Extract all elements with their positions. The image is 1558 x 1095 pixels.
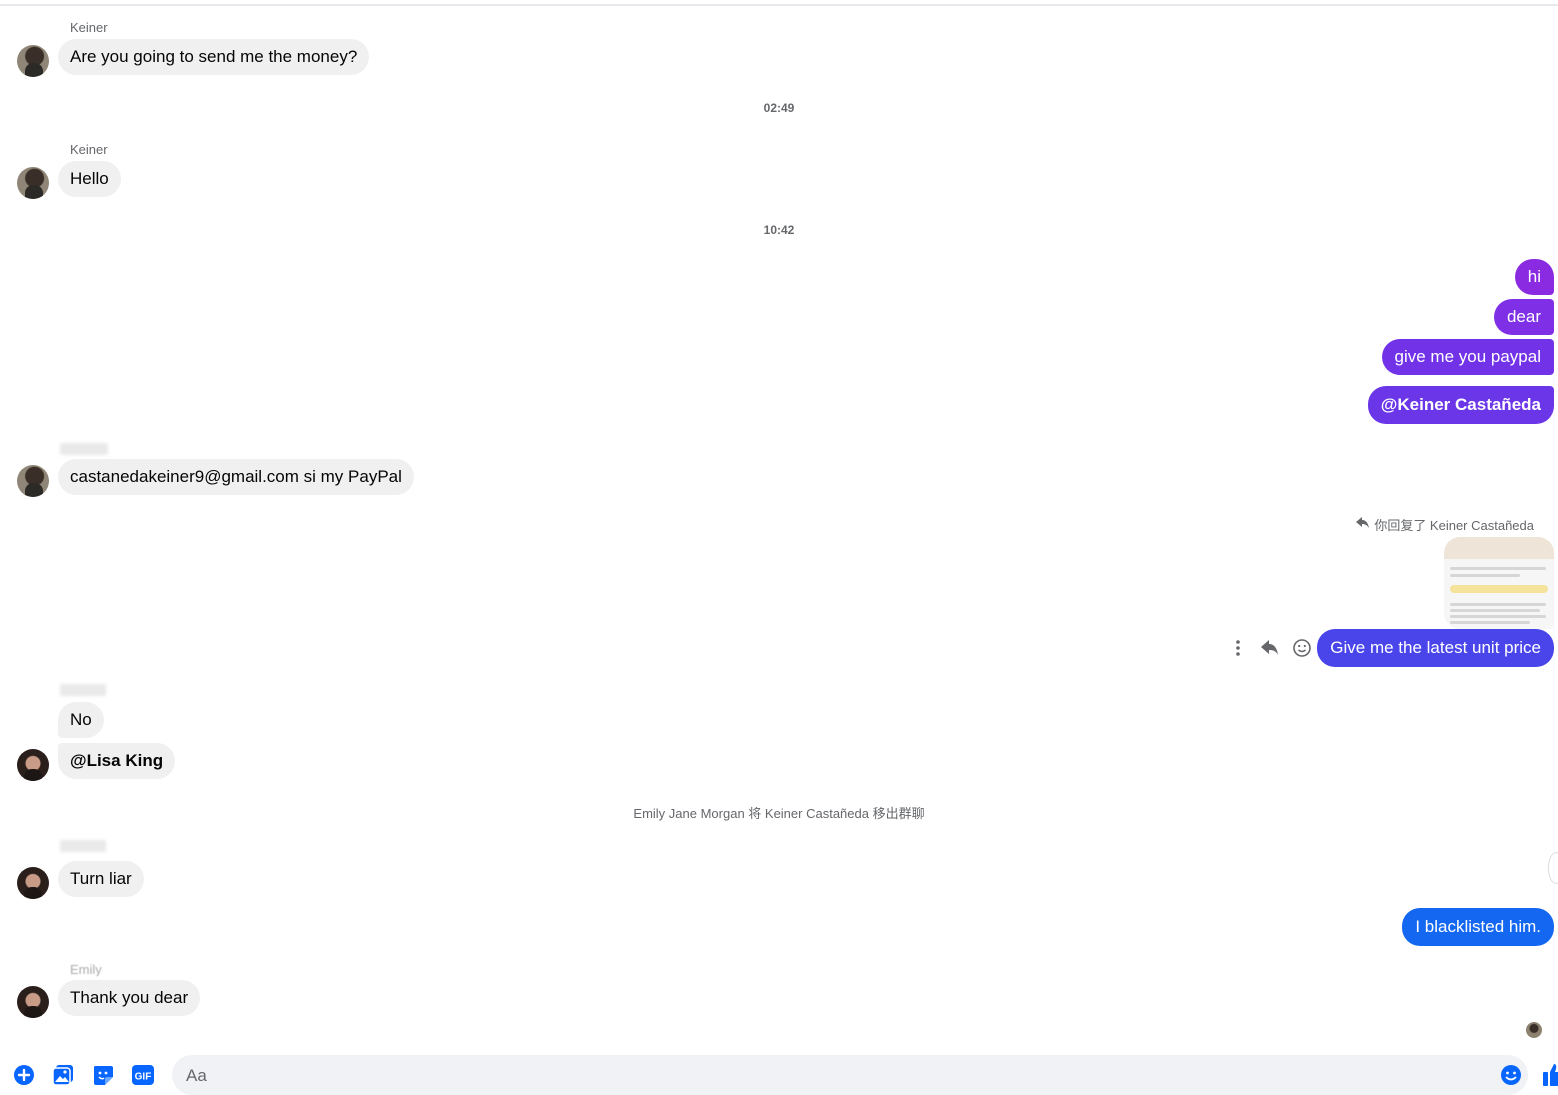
read-receipt-avatar <box>1526 1022 1542 1038</box>
header-divider <box>0 4 1558 6</box>
avatar[interactable] <box>17 986 49 1018</box>
plus-icon[interactable] <box>13 1064 35 1086</box>
avatar[interactable] <box>17 867 49 899</box>
avatar[interactable] <box>17 45 49 77</box>
reply-indicator: 你回复了 Keiner Castañeda <box>1356 515 1534 534</box>
sender-name: Emily <box>70 962 102 976</box>
photo-icon[interactable] <box>52 1064 74 1086</box>
incoming-message[interactable]: Are you going to send me the money? <box>58 39 370 75</box>
emoji-icon[interactable] <box>1500 1064 1522 1086</box>
avatar[interactable] <box>17 465 49 497</box>
outgoing-message[interactable]: dear <box>1493 299 1554 335</box>
sender-name: Keiner <box>70 20 108 35</box>
react-icon[interactable] <box>1292 636 1312 660</box>
gif-icon[interactable]: GIF <box>132 1064 154 1086</box>
message-composer[interactable] <box>172 1055 1528 1095</box>
avatar[interactable] <box>17 749 49 781</box>
message-input[interactable] <box>184 1063 1488 1089</box>
redacted-sender-name <box>60 840 106 852</box>
outgoing-message[interactable]: I blacklisted him. <box>1402 908 1554 946</box>
outgoing-message[interactable]: hi <box>1514 259 1554 295</box>
redacted-sender-name <box>60 684 106 696</box>
timestamp: 10:42 <box>763 223 795 237</box>
timestamp: 02:49 <box>763 101 795 115</box>
sticker-icon[interactable] <box>92 1064 114 1086</box>
incoming-message[interactable]: Turn liar <box>58 861 144 897</box>
reply-icon[interactable] <box>1260 636 1280 660</box>
thumbs-up-icon[interactable] <box>1542 1062 1558 1088</box>
avatar[interactable] <box>17 167 49 199</box>
reply-indicator-text: 你回复了 Keiner Castañeda <box>1374 518 1534 533</box>
incoming-message[interactable]: Hello <box>58 161 121 197</box>
redacted-sender-name <box>60 443 108 455</box>
incoming-message[interactable]: No <box>58 702 104 738</box>
incoming-mention-message[interactable]: @Lisa King <box>58 743 176 779</box>
outgoing-message[interactable]: Give me the latest unit price <box>1317 629 1554 667</box>
quoted-image-thumbnail[interactable] <box>1444 537 1554 629</box>
scroll-edge-handle[interactable] <box>1548 852 1558 884</box>
outgoing-message[interactable]: give me you paypal <box>1381 339 1554 375</box>
sender-name: Keiner <box>70 142 108 157</box>
system-notice: Emily Jane Morgan 将 Keiner Castañeda 移出群… <box>633 806 925 821</box>
message-actions <box>1228 636 1312 660</box>
more-icon[interactable] <box>1228 636 1248 660</box>
gif-label: GIF <box>135 1072 152 1083</box>
incoming-message[interactable]: castanedakeiner9@gmail.com si my PayPal <box>58 459 414 495</box>
outgoing-mention-message[interactable]: @Keiner Castañeda <box>1367 386 1554 424</box>
incoming-message[interactable]: Thank you dear <box>58 980 201 1016</box>
reply-icon <box>1356 517 1370 532</box>
